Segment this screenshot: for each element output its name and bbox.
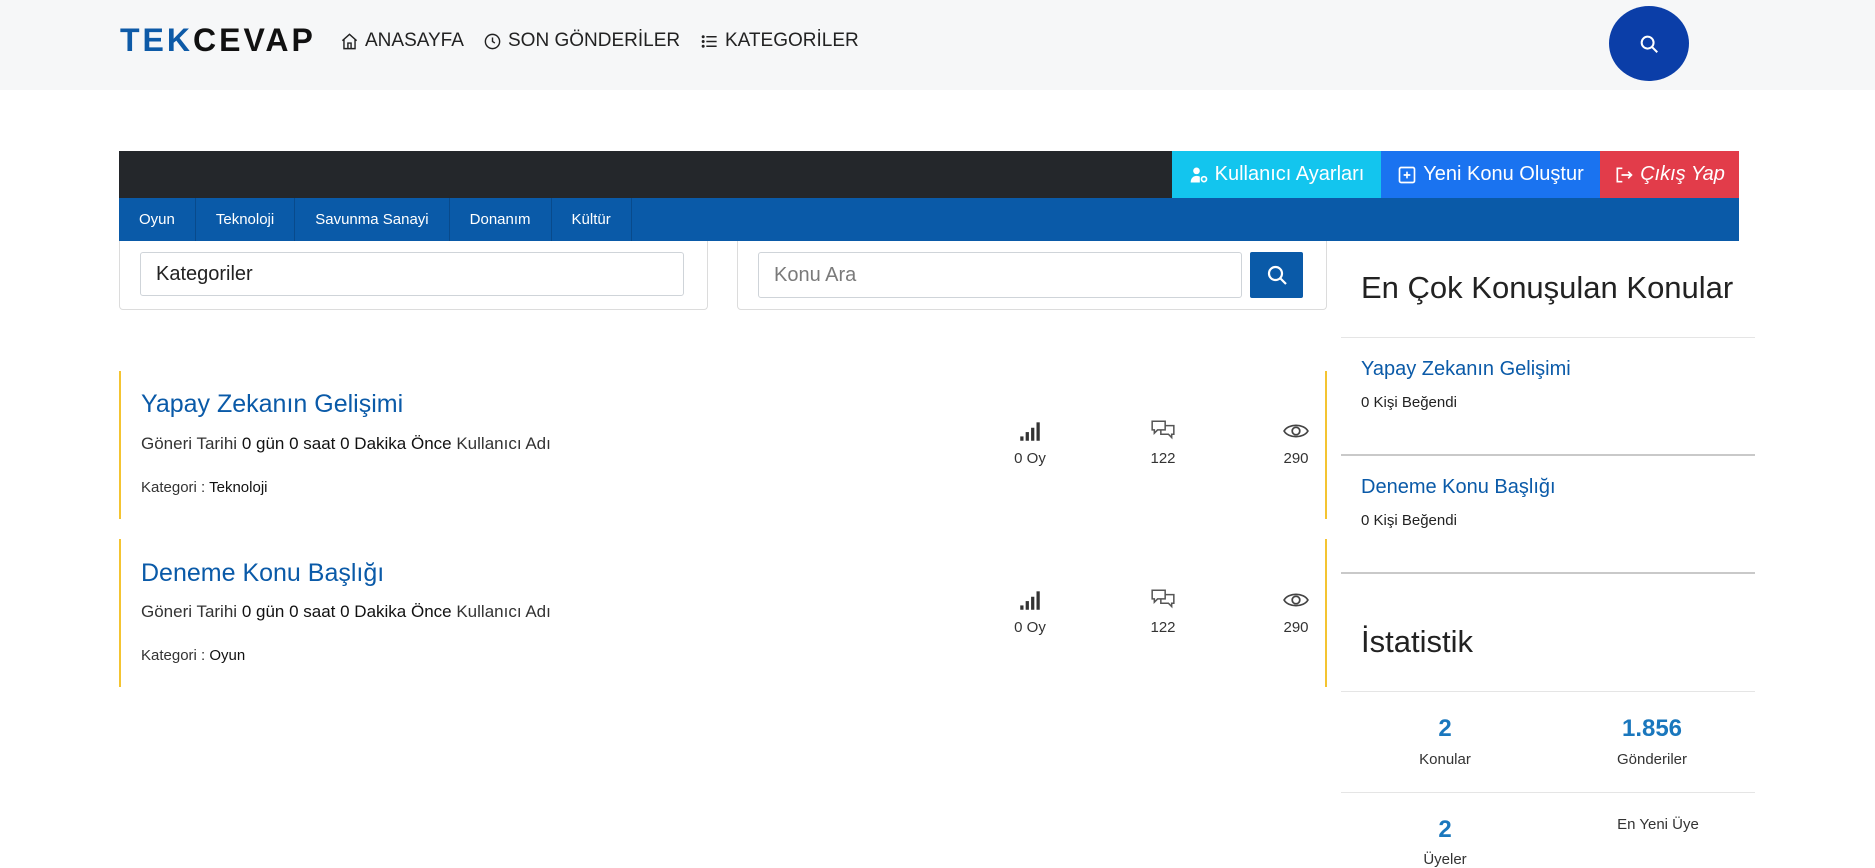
logout-label: Çıkış Yap (1640, 163, 1725, 185)
category-label: Kategori : (141, 479, 206, 496)
list-icon (701, 34, 717, 48)
votes-count: 0 Oy (1014, 450, 1046, 467)
search-icon (1267, 265, 1287, 285)
nav-home[interactable]: ANASAYFA (340, 30, 464, 52)
nav-home-label: ANASAYFA (365, 30, 464, 51)
home-icon (341, 32, 358, 49)
views-stat: 290 (1256, 418, 1336, 467)
plus-square-icon (1398, 166, 1416, 183)
comments-icon (1151, 420, 1175, 440)
divider (1341, 691, 1755, 692)
date-value: 0 gün 0 saat 0 Dakika Önce (241, 434, 452, 453)
topic-meta: Göneri Tarihi 0 gün 0 saat 0 Dakika Önce… (141, 434, 551, 454)
topic-category: Kategori : Teknoloji (141, 479, 268, 496)
popular-topic-likes: 0 Kişi Beğendi (1361, 512, 1457, 529)
category-tab[interactable]: Donanım (450, 198, 552, 241)
search-icon (1640, 35, 1658, 53)
comments-count: 122 (1150, 450, 1176, 467)
topic-title[interactable]: Yapay Zekanın Gelişimi (141, 390, 403, 419)
topic-card: Deneme Konu Başlığı Göneri Tarihi 0 gün … (119, 539, 1327, 687)
comments-count: 122 (1150, 619, 1176, 636)
divider (1341, 792, 1755, 793)
category-label: Kategori : (141, 647, 206, 664)
posts-count: 1.856 (1621, 715, 1683, 742)
author-name[interactable]: Kullanıcı Adı (456, 602, 551, 621)
comments-icon (1151, 589, 1175, 609)
brand-logo[interactable]: TEKCEVAP (120, 22, 316, 59)
clock-icon (484, 33, 501, 49)
brand-part1: TEK (120, 22, 193, 58)
popular-topic-link[interactable]: Deneme Konu Başlığı (1361, 476, 1556, 499)
category-filter-box: Kategoriler (119, 241, 708, 310)
topics-count: 2 (1438, 715, 1452, 742)
comments-stat: 122 (1123, 587, 1203, 636)
divider (1341, 337, 1755, 338)
signal-bars-icon (1020, 422, 1040, 441)
user-settings-button[interactable]: Kullanıcı Ayarları (1172, 151, 1381, 198)
category-tab[interactable]: Kültür (552, 198, 632, 241)
logout-icon (1616, 167, 1633, 182)
newest-member-label: En Yeni Üye (1617, 816, 1699, 833)
views-count: 290 (1283, 619, 1309, 636)
members-label: Üyeler (1423, 851, 1467, 868)
new-topic-button[interactable]: Yeni Konu Oluştur (1381, 151, 1600, 198)
new-topic-label: Yeni Konu Oluştur (1423, 163, 1584, 185)
nav-recent-label: SON GÖNDERİLER (508, 30, 681, 51)
nav-recent-posts[interactable]: SON GÖNDERİLER (483, 30, 680, 52)
user-gear-icon (1190, 167, 1207, 182)
category-tabs: Oyun Teknoloji Savunma Sanayi Donanım Kü… (119, 198, 1739, 241)
votes-count: 0 Oy (1014, 619, 1046, 636)
comments-stat: 122 (1123, 418, 1203, 467)
votes-stat: 0 Oy (990, 587, 1070, 636)
category-value[interactable]: Teknoloji (209, 479, 267, 496)
topics-label: Konular (1419, 751, 1471, 768)
category-value[interactable]: Oyun (209, 647, 245, 664)
popular-topic-likes: 0 Kişi Beğendi (1361, 394, 1457, 411)
topic-title[interactable]: Deneme Konu Başlığı (141, 559, 384, 588)
eye-icon (1283, 424, 1309, 438)
logout-button[interactable]: Çıkış Yap (1600, 151, 1739, 198)
popular-topic-link[interactable]: Yapay Zekanın Gelişimi (1361, 358, 1571, 381)
statistics-title: İstatistik (1361, 624, 1473, 659)
nav-categories-label: KATEGORİLER (725, 30, 859, 51)
votes-stat: 0 Oy (990, 418, 1070, 467)
divider (1341, 454, 1755, 456)
header-search-button[interactable] (1609, 6, 1689, 81)
user-settings-label: Kullanıcı Ayarları (1214, 163, 1365, 185)
eye-icon (1283, 593, 1309, 607)
topic-search-button[interactable] (1250, 252, 1303, 298)
brand-part2: CEVAP (193, 22, 316, 58)
nav-categories[interactable]: KATEGORİLER (700, 30, 859, 52)
date-label: Göneri Tarihi (141, 602, 238, 621)
category-tab[interactable]: Oyun (119, 198, 196, 241)
posts-label: Gönderiler (1616, 751, 1688, 768)
date-label: Göneri Tarihi (141, 434, 238, 453)
topic-card: Yapay Zekanın Gelişimi Göneri Tarihi 0 g… (119, 371, 1327, 519)
author-name[interactable]: Kullanıcı Adı (456, 434, 551, 453)
category-select[interactable]: Kategoriler (140, 252, 684, 296)
divider (1341, 572, 1755, 574)
views-count: 290 (1283, 450, 1309, 467)
topic-meta: Göneri Tarihi 0 gün 0 saat 0 Dakika Önce… (141, 602, 551, 622)
topic-category: Kategori : Oyun (141, 647, 245, 664)
category-tab[interactable]: Teknoloji (196, 198, 296, 241)
signal-bars-icon (1020, 591, 1040, 610)
date-value: 0 gün 0 saat 0 Dakika Önce (241, 602, 452, 621)
members-count: 2 (1438, 816, 1452, 843)
popular-topics-title: En Çok Konuşulan Konular (1361, 270, 1734, 305)
views-stat: 290 (1256, 587, 1336, 636)
category-tab[interactable]: Savunma Sanayi (295, 198, 450, 241)
topic-search-input[interactable] (758, 252, 1242, 298)
topic-search-box (737, 241, 1327, 310)
